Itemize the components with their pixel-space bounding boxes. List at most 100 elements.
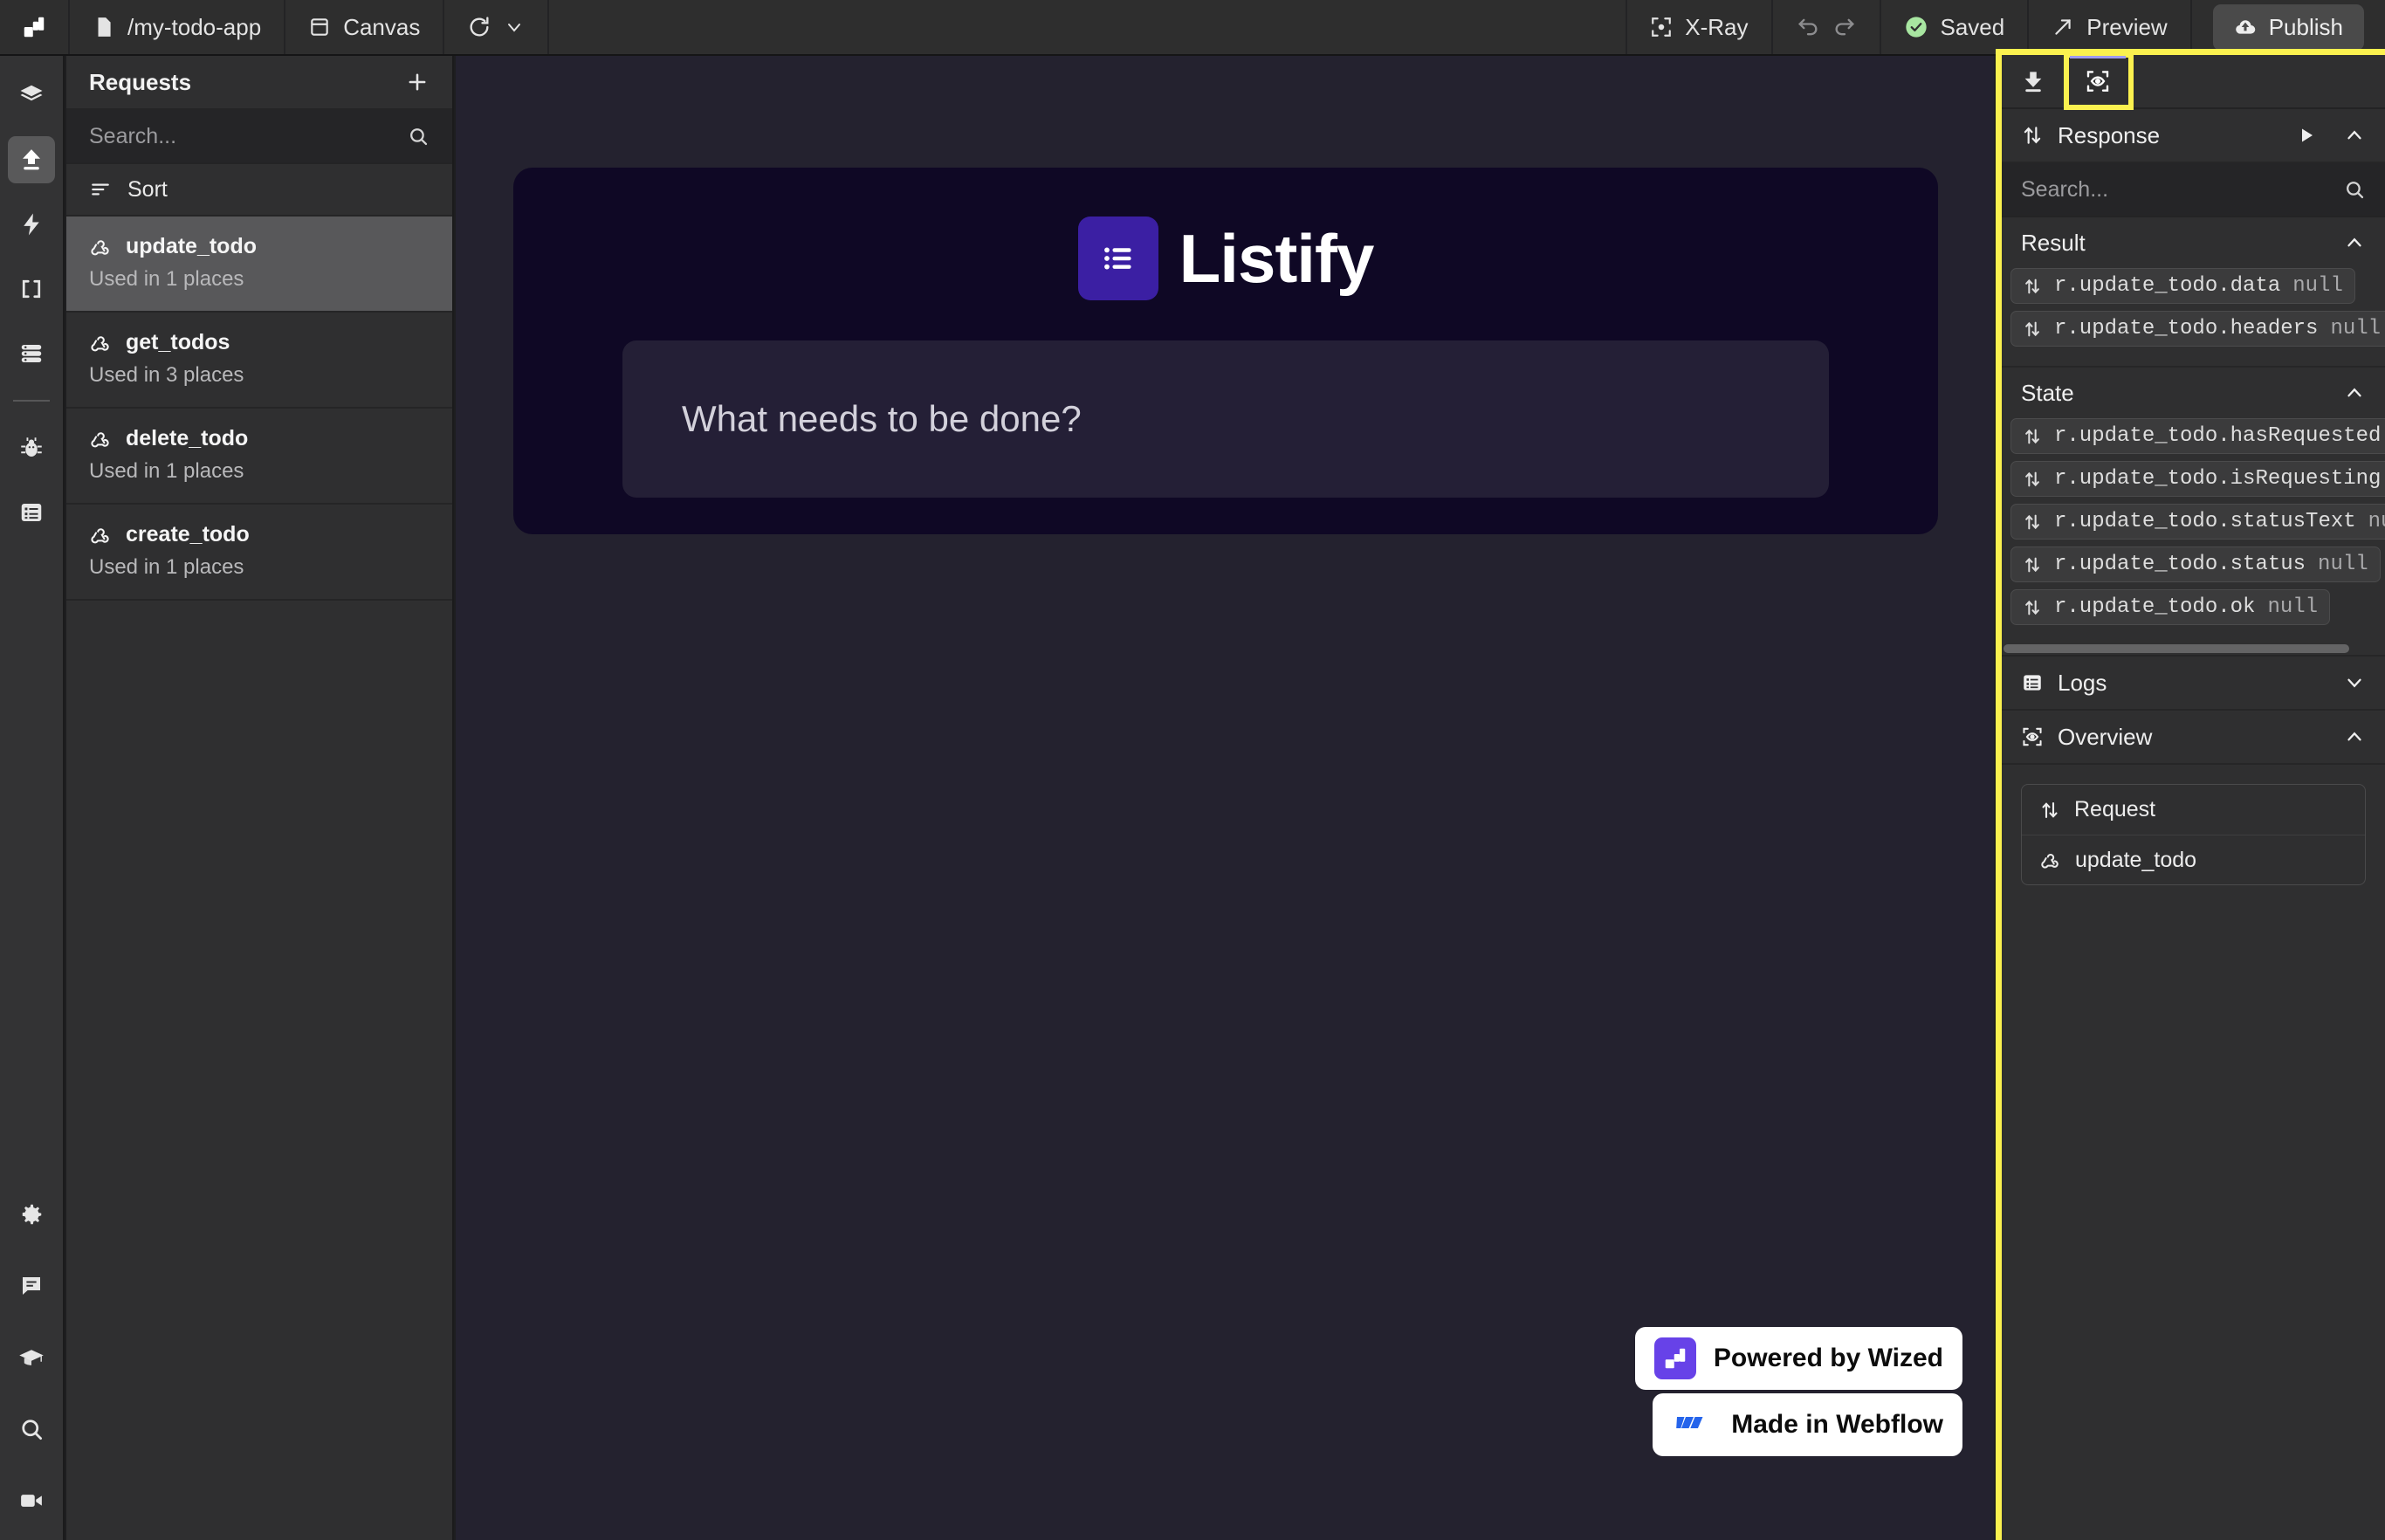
rail-item-requests[interactable] bbox=[8, 136, 55, 183]
redo-icon[interactable] bbox=[1832, 15, 1857, 39]
rail-item-logs[interactable] bbox=[8, 489, 55, 536]
response-panel-highlight: Response Result bbox=[1996, 49, 2385, 1540]
state-entry-key: r.update_todo.statusText bbox=[2054, 510, 2356, 533]
request-item-name: create_todo bbox=[126, 522, 250, 547]
chevron-up-icon[interactable] bbox=[2343, 382, 2366, 404]
request-item-usage: Used in 1 places bbox=[89, 267, 244, 291]
xray-button[interactable]: X-Ray bbox=[1627, 0, 1773, 54]
undo-icon[interactable] bbox=[1796, 15, 1820, 39]
check-circle-icon bbox=[1904, 15, 1928, 39]
chevron-up-icon[interactable] bbox=[2343, 725, 2366, 748]
expand-arrow-icon bbox=[2052, 16, 2074, 38]
tab-overview[interactable] bbox=[2064, 55, 2134, 110]
download-icon bbox=[2020, 68, 2046, 94]
webhook-icon bbox=[89, 428, 112, 450]
page-selector[interactable]: /my-todo-app bbox=[70, 0, 286, 54]
search-icon bbox=[18, 1416, 45, 1442]
overview-row-request[interactable]: Request bbox=[2022, 785, 2365, 835]
video-camera-icon bbox=[18, 1488, 45, 1514]
overview-section-header[interactable]: Overview bbox=[2002, 711, 2385, 765]
todo-input-field[interactable]: What needs to be done? bbox=[622, 340, 1829, 498]
request-item-create-todo[interactable]: create_todo Used in 1 places bbox=[66, 505, 452, 601]
response-search-input[interactable] bbox=[2021, 176, 2334, 203]
preview-label: Preview bbox=[2086, 13, 2168, 40]
state-group-header[interactable]: State bbox=[2002, 368, 2385, 418]
chevron-down-icon[interactable] bbox=[2343, 671, 2366, 694]
database-icon bbox=[18, 340, 45, 367]
search-icon[interactable] bbox=[407, 125, 430, 148]
state-entry-hasrequested[interactable]: r.update_todo.hasRequested false bbox=[2010, 418, 2385, 454]
response-section-header[interactable]: Response bbox=[2002, 109, 2385, 163]
save-status: Saved bbox=[1881, 0, 2030, 54]
upload-icon bbox=[18, 147, 45, 173]
frame-icon bbox=[308, 16, 331, 38]
request-item-usage: Used in 1 places bbox=[89, 555, 244, 579]
response-section-label: Response bbox=[2058, 121, 2161, 148]
todo-input-placeholder: What needs to be done? bbox=[682, 398, 1082, 439]
made-in-webflow-badge[interactable]: Made in Webflow bbox=[1653, 1393, 1962, 1456]
chevron-up-icon[interactable] bbox=[2343, 231, 2366, 254]
webhook-icon bbox=[89, 332, 112, 354]
xray-label: X-Ray bbox=[1685, 13, 1749, 40]
result-entry-key: r.update_todo.headers bbox=[2054, 317, 2319, 340]
canvas-selector[interactable]: Canvas bbox=[285, 0, 445, 54]
rail-item-layers[interactable] bbox=[8, 72, 55, 119]
canvas-preview[interactable]: Listify What needs to be done? Powered b… bbox=[456, 56, 1994, 1540]
xray-icon bbox=[1650, 16, 1673, 38]
made-in-webflow-label: Made in Webflow bbox=[1731, 1410, 1943, 1439]
powered-by-wized-badge[interactable]: Powered by Wized bbox=[1634, 1327, 1962, 1390]
rail-item-data-store[interactable] bbox=[8, 330, 55, 377]
sort-icon bbox=[89, 178, 112, 201]
transfer-icon bbox=[2023, 512, 2042, 532]
result-entry-data[interactable]: r.update_todo.data null bbox=[2010, 268, 2355, 304]
preview-button[interactable]: Preview bbox=[2029, 0, 2192, 54]
chevron-down-icon[interactable] bbox=[504, 17, 525, 38]
result-group-header[interactable]: Result bbox=[2002, 217, 2385, 268]
state-entry-key: r.update_todo.hasRequested bbox=[2054, 424, 2382, 448]
requests-sort-button[interactable]: Sort bbox=[66, 164, 452, 217]
state-entry-ok[interactable]: r.update_todo.ok null bbox=[2010, 589, 2331, 625]
request-item-get-todos[interactable]: get_todos Used in 3 places bbox=[66, 313, 452, 409]
result-entry-value: null bbox=[2330, 317, 2382, 340]
rail-item-debug[interactable] bbox=[8, 424, 55, 471]
result-entry-headers[interactable]: r.update_todo.headers null bbox=[2010, 311, 2385, 347]
play-icon[interactable] bbox=[2296, 125, 2317, 146]
state-entry-statustext[interactable]: r.update_todo.statusText null bbox=[2010, 504, 2385, 540]
rail-item-variables[interactable] bbox=[8, 265, 55, 313]
state-entry-key: r.update_todo.status bbox=[2054, 553, 2306, 576]
response-horizontal-scrollbar[interactable] bbox=[2002, 644, 2385, 657]
list-box-icon bbox=[18, 499, 45, 526]
overview-row-label: update_todo bbox=[2075, 847, 2197, 872]
request-item-delete-todo[interactable]: delete_todo Used in 1 places bbox=[66, 409, 452, 505]
add-request-button[interactable] bbox=[405, 70, 430, 94]
publish-button[interactable]: Publish bbox=[2212, 3, 2364, 51]
response-panel: Response Result bbox=[2002, 55, 2385, 1540]
chevron-up-icon[interactable] bbox=[2343, 124, 2366, 147]
requests-search-input[interactable] bbox=[89, 123, 398, 149]
requests-panel-title: Requests bbox=[89, 68, 192, 95]
scrollbar-thumb[interactable] bbox=[2004, 644, 2349, 653]
rail-item-chat[interactable] bbox=[8, 1262, 55, 1310]
refresh-icon[interactable] bbox=[467, 15, 491, 39]
state-entry-status[interactable]: r.update_todo.status null bbox=[2010, 547, 2381, 582]
response-search-row bbox=[2002, 163, 2385, 217]
overview-row-update-todo[interactable]: update_todo bbox=[2022, 835, 2365, 884]
logs-section-header[interactable]: Logs bbox=[2002, 657, 2385, 711]
listify-title: Listify bbox=[1179, 219, 1375, 297]
webflow-badge-icon bbox=[1672, 1404, 1714, 1446]
search-icon[interactable] bbox=[2343, 178, 2366, 201]
request-item-update-todo[interactable]: update_todo Used in 1 places bbox=[66, 217, 452, 313]
rail-item-academy[interactable] bbox=[8, 1334, 55, 1381]
rail-item-search[interactable] bbox=[8, 1406, 55, 1453]
publish-cell: Publish bbox=[2192, 0, 2385, 54]
rail-item-events[interactable] bbox=[8, 201, 55, 248]
chat-bubble-icon bbox=[18, 1273, 45, 1299]
rail-item-video[interactable] bbox=[8, 1477, 55, 1524]
rail-divider bbox=[13, 400, 50, 402]
state-entry-isrequesting[interactable]: r.update_todo.isRequesting false bbox=[2010, 461, 2385, 497]
rail-item-settings[interactable] bbox=[8, 1191, 55, 1238]
top-bar-actions: X-Ray Saved Preview Publish bbox=[1627, 0, 2385, 54]
reload-control[interactable] bbox=[444, 0, 550, 54]
app-logo-button[interactable] bbox=[0, 0, 70, 54]
tab-download[interactable] bbox=[2002, 55, 2066, 107]
